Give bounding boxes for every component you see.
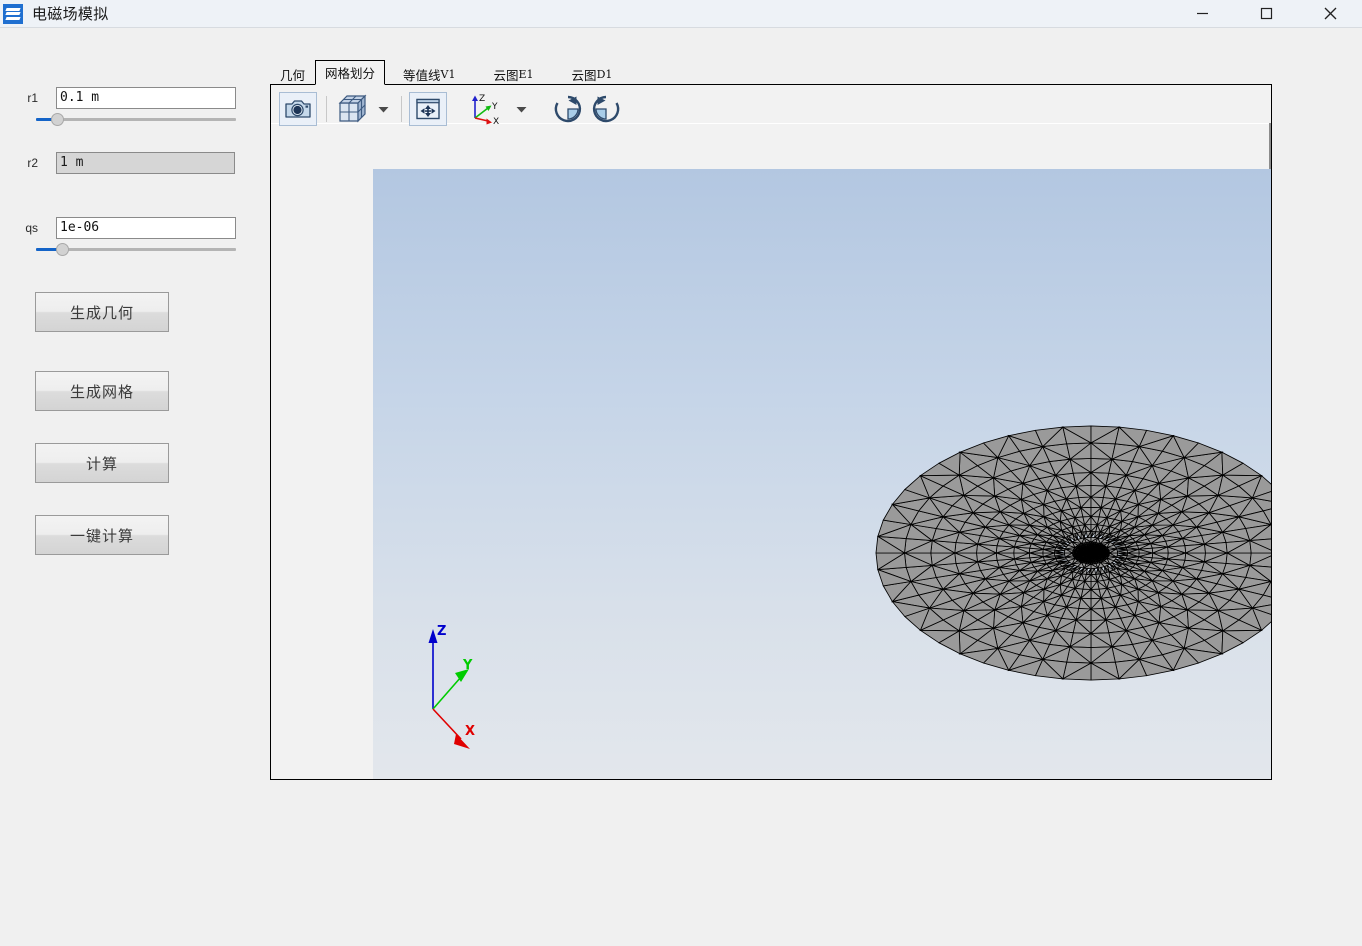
parameter-label-r2: r2: [27, 156, 38, 170]
tab-label: 云图: [571, 68, 597, 83]
tab-label: 网格划分: [325, 67, 376, 81]
tab-label: 等值线: [403, 68, 441, 83]
slider-track-remaining: [58, 118, 236, 121]
window-title: 电磁场模拟: [32, 6, 109, 23]
svg-text:X: X: [465, 724, 475, 739]
tab-cloudmap-e1[interactable]: 云图 E1: [484, 63, 544, 85]
rotate-counterclockwise-button[interactable]: [588, 92, 624, 126]
generate-geometry-button[interactable]: 生成几何: [35, 292, 169, 332]
tab-bar: 几何 网格划分 等值线 V1 云图 E1 云图 D1: [270, 60, 623, 85]
toolbar-separator: [326, 96, 327, 122]
screenshot-button[interactable]: [279, 92, 317, 126]
layers-icon: [3, 3, 23, 24]
toolbar-separator: [401, 96, 402, 122]
view-cube-button[interactable]: [334, 92, 372, 126]
parameter-input-r1[interactable]: 0.1 m: [56, 87, 236, 109]
slider-knob[interactable]: [56, 243, 69, 256]
parameter-input-qs[interactable]: 1e-06: [56, 217, 236, 239]
parameter-slider-r1[interactable]: [36, 111, 236, 127]
button-label: 生成几何: [69, 303, 134, 322]
tab-label-suffix: D1: [596, 67, 613, 81]
view-cube-dropdown-button[interactable]: [374, 92, 392, 126]
tab-contour-v1[interactable]: 等值线 V1: [393, 63, 465, 85]
axes-triad-icon: Z Y X: [472, 94, 499, 126]
maximize-button[interactable]: [1234, 0, 1298, 27]
triangular-mesh: [875, 425, 1271, 681]
svg-text:Z: Z: [479, 94, 485, 104]
rotate-clockwise-button[interactable]: [550, 92, 586, 126]
tab-meshing[interactable]: 网格划分: [315, 60, 386, 85]
viewport-axes-triad: Z Y X: [428, 624, 475, 749]
title-bar: 电磁场模拟: [0, 0, 1362, 27]
mesh-tab-panel: Z Y X Z Y X: [270, 84, 1272, 780]
compute-button[interactable]: 计算: [35, 443, 169, 483]
button-label: 一键计算: [69, 526, 134, 545]
tab-geometry[interactable]: 几何: [270, 63, 315, 85]
slider-track-remaining: [63, 248, 236, 251]
button-label: 生成网格: [69, 382, 134, 401]
render-viewport[interactable]: Z Y X: [373, 169, 1271, 779]
chevron-down-icon: [516, 106, 526, 112]
close-button[interactable]: [1298, 0, 1362, 27]
camera-icon: [285, 100, 311, 118]
rotate-ccw-icon: [592, 95, 620, 123]
svg-text:X: X: [493, 117, 499, 126]
tab-label: 云图: [493, 68, 519, 83]
minimize-button[interactable]: [1170, 0, 1234, 27]
tab-label-suffix: V1: [440, 67, 456, 81]
tab-cloudmap-d1[interactable]: 云图 D1: [562, 63, 623, 85]
rotate-cw-icon: [554, 95, 582, 123]
tab-label-suffix: E1: [518, 67, 534, 81]
axis-orientation-dropdown-button[interactable]: [512, 92, 530, 126]
generate-mesh-button[interactable]: 生成网格: [35, 371, 169, 411]
button-label: 计算: [85, 454, 118, 473]
svg-text:Y: Y: [462, 658, 473, 673]
parameter-label-r1: r1: [27, 91, 38, 105]
fit-to-screen-icon: [416, 98, 440, 120]
svg-text:Z: Z: [437, 624, 446, 639]
svg-text:Y: Y: [491, 102, 498, 112]
window-controls: [1170, 0, 1362, 27]
parameter-sidebar: r1 0.1 m r2 1 m qs 1e-06 生成几何 生成网格 计算 一键…: [0, 28, 262, 946]
parameter-slider-qs[interactable]: [36, 241, 236, 257]
viewport-toolbar: Z Y X: [271, 85, 1271, 169]
one-click-compute-button[interactable]: 一键计算: [35, 515, 169, 555]
parameter-input-r2: 1 m: [56, 152, 235, 174]
slider-knob[interactable]: [51, 113, 64, 126]
cube-icon: [338, 94, 367, 123]
mesh-render: Z Y X: [428, 425, 1271, 749]
parameter-label-qs: qs: [25, 221, 38, 235]
reset-camera-button[interactable]: [409, 92, 447, 126]
tab-label: 几何: [280, 68, 306, 83]
chevron-down-icon: [378, 106, 388, 112]
axis-orientation-button[interactable]: Z Y X: [466, 92, 510, 126]
toolbar-right-rail: [1269, 123, 1271, 169]
